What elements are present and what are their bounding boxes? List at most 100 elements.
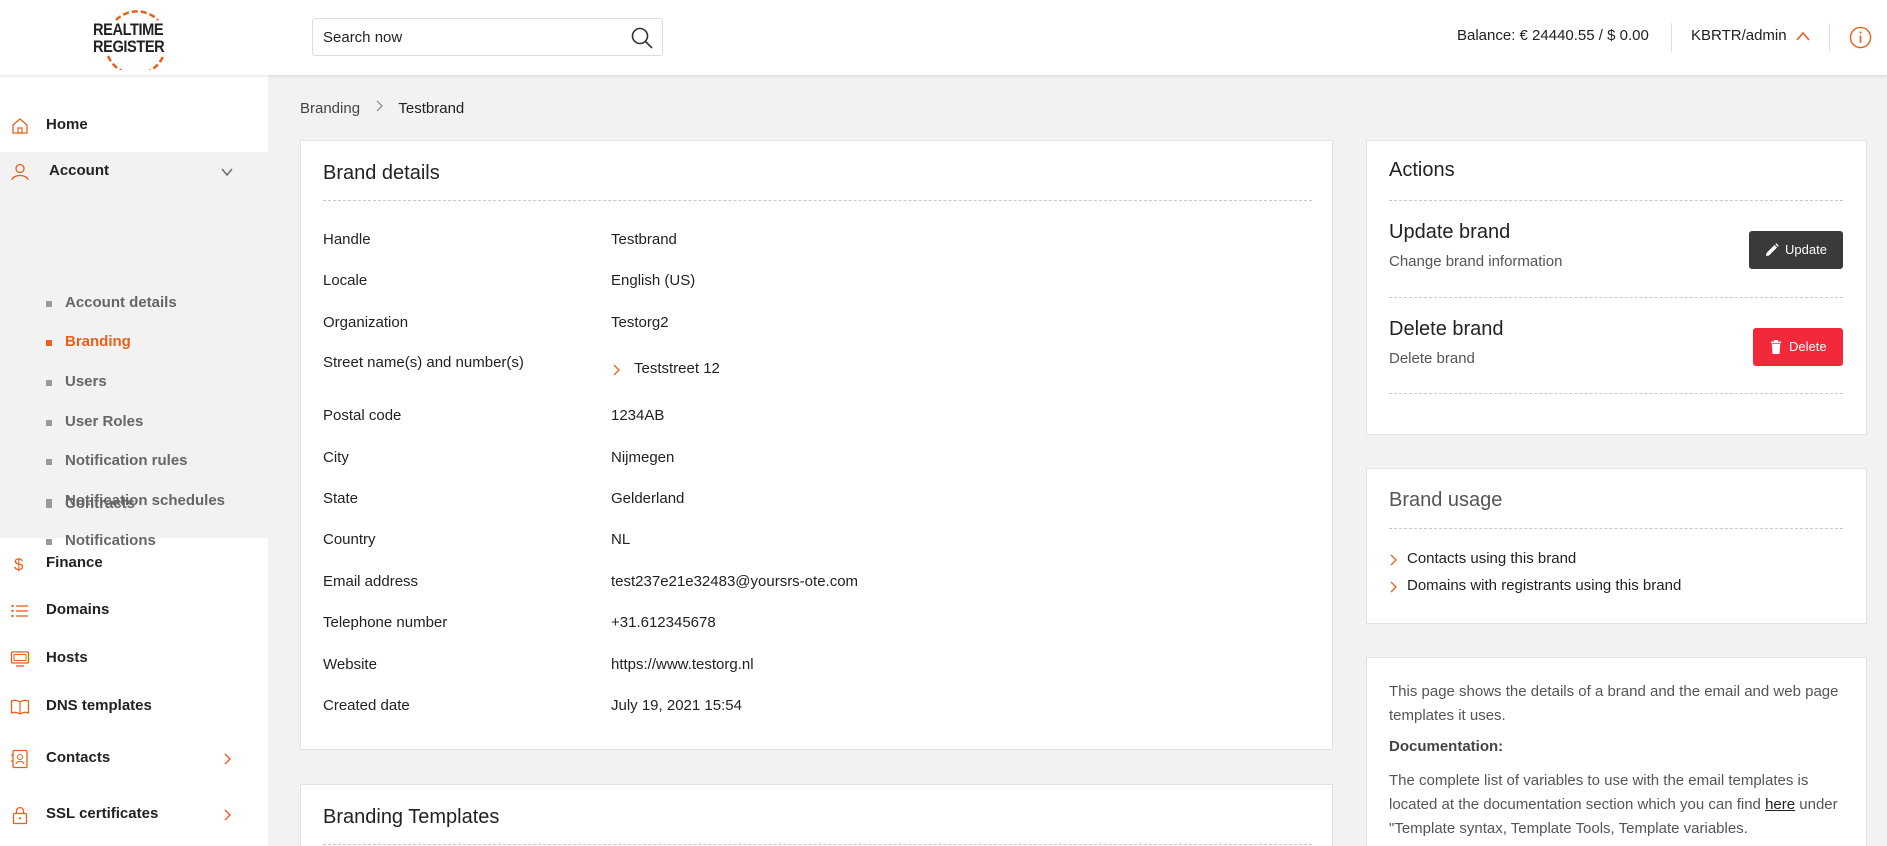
delete-button-label: Delete bbox=[1789, 339, 1827, 354]
logo[interactable]: REALTIME REGISTER bbox=[88, 10, 178, 70]
sidebar-subitem-label: Users bbox=[65, 373, 107, 390]
detail-key: State bbox=[323, 490, 359, 507]
detail-key: Locale bbox=[323, 272, 368, 289]
chevron-right-icon bbox=[1390, 581, 1397, 593]
update-button[interactable]: Update bbox=[1749, 231, 1843, 269]
chevron-right-icon bbox=[1390, 554, 1397, 566]
detail-value: +31.612345678 bbox=[611, 614, 716, 631]
sidebar-item-home[interactable]: Home bbox=[0, 106, 268, 146]
bullet bbox=[46, 301, 52, 307]
info-intro: This page shows the details of a brand a… bbox=[1389, 683, 1839, 724]
bullet bbox=[46, 459, 52, 465]
detail-value: Gelderland bbox=[611, 490, 685, 507]
detail-row-city: City Nijmegen bbox=[323, 449, 1303, 471]
detail-key: Website bbox=[323, 656, 377, 673]
chevron-right-icon bbox=[376, 100, 384, 112]
search-box bbox=[312, 18, 663, 56]
divider bbox=[323, 200, 1312, 201]
documentation-here-link[interactable]: here bbox=[1765, 796, 1795, 813]
divider bbox=[1389, 297, 1843, 298]
lock-icon bbox=[12, 806, 28, 825]
detail-row-country: Country NL bbox=[323, 531, 1303, 553]
branding-templates-card: Branding Templates bbox=[300, 784, 1333, 846]
chevron-up-icon[interactable] bbox=[1795, 30, 1811, 42]
top-bar: REALTIME REGISTER Balance: € 24440.55 / … bbox=[0, 0, 1887, 75]
contacts-icon bbox=[11, 749, 28, 769]
detail-key: Organization bbox=[323, 314, 409, 331]
sidebar-item-hosts[interactable]: Hosts bbox=[0, 639, 268, 679]
divider bbox=[1389, 528, 1843, 529]
bullet bbox=[46, 380, 52, 386]
user-menu-label[interactable]: KBRTR/admin bbox=[1691, 27, 1787, 44]
dollar-icon: $ bbox=[14, 555, 24, 574]
trash-icon bbox=[1771, 340, 1781, 354]
list-icon bbox=[11, 604, 28, 618]
update-brand-subtitle: Change brand information bbox=[1389, 253, 1563, 270]
detail-key: Handle bbox=[323, 231, 371, 248]
sidebar-item-label: Finance bbox=[46, 554, 103, 571]
delete-brand-subtitle: Delete brand bbox=[1389, 350, 1475, 367]
card-title: Brand details bbox=[323, 162, 440, 184]
detail-key: Telephone number bbox=[323, 614, 448, 631]
sidebar-item-label: Domains bbox=[46, 601, 110, 618]
delete-button[interactable]: Delete bbox=[1753, 328, 1843, 366]
card-title: Brand usage bbox=[1389, 489, 1503, 511]
detail-row-website: Website https://www.testorg.nl bbox=[323, 656, 1303, 678]
breadcrumb-current: Testbrand bbox=[398, 99, 465, 117]
detail-value: Teststreet 12 bbox=[634, 360, 720, 377]
link-label: Contacts using this brand bbox=[1407, 550, 1577, 567]
home-icon bbox=[12, 118, 28, 134]
sidebar-subitem-label: Branding bbox=[65, 333, 131, 350]
divider bbox=[323, 844, 1312, 845]
sidebar-item-label: Home bbox=[46, 116, 88, 133]
detail-key: Postal code bbox=[323, 407, 402, 424]
sidebar-item-ssl-certificates[interactable]: SSL certificates bbox=[0, 795, 268, 835]
search-input[interactable] bbox=[323, 19, 613, 55]
sidebar-item-domains[interactable]: Domains bbox=[0, 591, 268, 631]
logo-text-line2: REGISTER bbox=[93, 37, 165, 56]
detail-row-handle: Handle Testbrand bbox=[323, 231, 1303, 253]
detail-value: NL bbox=[611, 531, 631, 548]
sidebar-item-finance[interactable]: $ Finance bbox=[0, 544, 268, 584]
detail-value: Nijmegen bbox=[611, 449, 675, 466]
detail-key: Email address bbox=[323, 573, 419, 590]
detail-row-locale: Locale English (US) bbox=[323, 272, 1303, 294]
brand-details-card: Brand details Handle Testbrand Locale En… bbox=[300, 140, 1333, 750]
detail-key: Created date bbox=[323, 697, 410, 714]
divider bbox=[1389, 200, 1843, 201]
detail-key: Street name(s) and number(s) bbox=[323, 354, 524, 371]
detail-key: City bbox=[323, 449, 349, 466]
update-button-label: Update bbox=[1785, 242, 1827, 257]
sidebar-subitem-label: User Roles bbox=[65, 413, 144, 430]
documentation-text-before: The complete list of variables to use wi… bbox=[1389, 772, 1809, 813]
detail-row-telephone: Telephone number +31.612345678 bbox=[323, 614, 1303, 636]
detail-row-created-date: Created date July 19, 2021 15:54 bbox=[323, 697, 1303, 719]
pencil-icon bbox=[1766, 243, 1779, 256]
sidebar: Home Account Account details Branding Us… bbox=[0, 75, 268, 846]
detail-value: July 19, 2021 15:54 bbox=[611, 697, 742, 714]
breadcrumb-link-branding[interactable]: Branding bbox=[300, 100, 360, 117]
breadcrumb: Branding Testbrand bbox=[300, 99, 464, 117]
search-icon[interactable] bbox=[630, 26, 654, 50]
user-icon bbox=[11, 163, 29, 181]
documentation-heading: Documentation: bbox=[1389, 738, 1504, 755]
detail-value: English (US) bbox=[611, 272, 696, 289]
chevron-right-icon bbox=[224, 753, 231, 765]
documentation-text: The complete list of variables to use wi… bbox=[1389, 769, 1849, 841]
info-icon[interactable] bbox=[1849, 26, 1872, 49]
svg-text:$: $ bbox=[14, 555, 24, 574]
account-section: Account Account details Branding Users U… bbox=[0, 152, 268, 549]
brand-usage-card: Brand usage Contacts using this brand Do… bbox=[1366, 468, 1867, 624]
sidebar-subitem-label: Notification rules bbox=[65, 452, 188, 469]
detail-value: https://www.testorg.nl bbox=[611, 656, 754, 673]
sidebar-item-label: DNS templates bbox=[46, 697, 152, 714]
header-divider bbox=[1671, 23, 1672, 51]
sidebar-item-account[interactable]: Account bbox=[0, 152, 268, 192]
sidebar-item-dns-templates[interactable]: DNS templates bbox=[0, 687, 268, 727]
sidebar-item-label: Contacts bbox=[46, 749, 111, 766]
chevron-right-icon[interactable] bbox=[612, 364, 620, 376]
sidebar-item-label: Hosts bbox=[46, 649, 88, 666]
bullet bbox=[46, 340, 52, 346]
sidebar-item-label: SSL certificates bbox=[46, 805, 159, 822]
sidebar-item-contacts[interactable]: Contacts bbox=[0, 739, 268, 779]
